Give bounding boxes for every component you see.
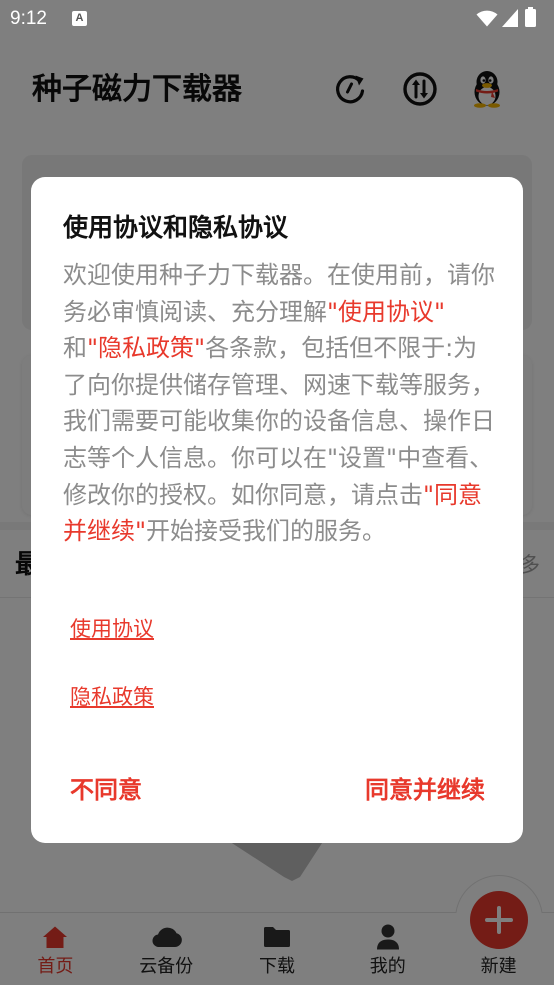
accept-continue-button[interactable]: 同意并继续 — [365, 774, 485, 806]
agreement-dialog: 使用协议和隐私协议 欢迎使用种子力下载器。在使用前，请你务必审慎阅读、充分理解"… — [31, 177, 523, 843]
dialog-body: 欢迎使用种子力下载器。在使用前，请你务必审慎阅读、充分理解"使用协议" 和"隐私… — [63, 257, 495, 550]
decline-button[interactable]: 不同意 — [70, 774, 142, 806]
status-bar: 9:12 A — [0, 0, 554, 40]
dialog-title: 使用协议和隐私协议 — [63, 213, 289, 242]
terms-of-use-link[interactable]: 使用协议 — [70, 615, 154, 643]
notification-icon: A — [72, 11, 87, 26]
body-privacy-link[interactable]: "隐私政策" — [87, 334, 205, 362]
battery-icon — [525, 7, 536, 27]
wifi-icon — [476, 10, 498, 27]
body-terms-link[interactable]: "使用协议" — [327, 298, 445, 326]
signal-icon — [502, 9, 518, 27]
body-text: 和 — [63, 334, 87, 363]
body-text: 开始接受我们的服务。 — [146, 517, 387, 546]
privacy-policy-link[interactable]: 隐私政策 — [70, 683, 154, 711]
status-time: 9:12 — [10, 8, 47, 29]
